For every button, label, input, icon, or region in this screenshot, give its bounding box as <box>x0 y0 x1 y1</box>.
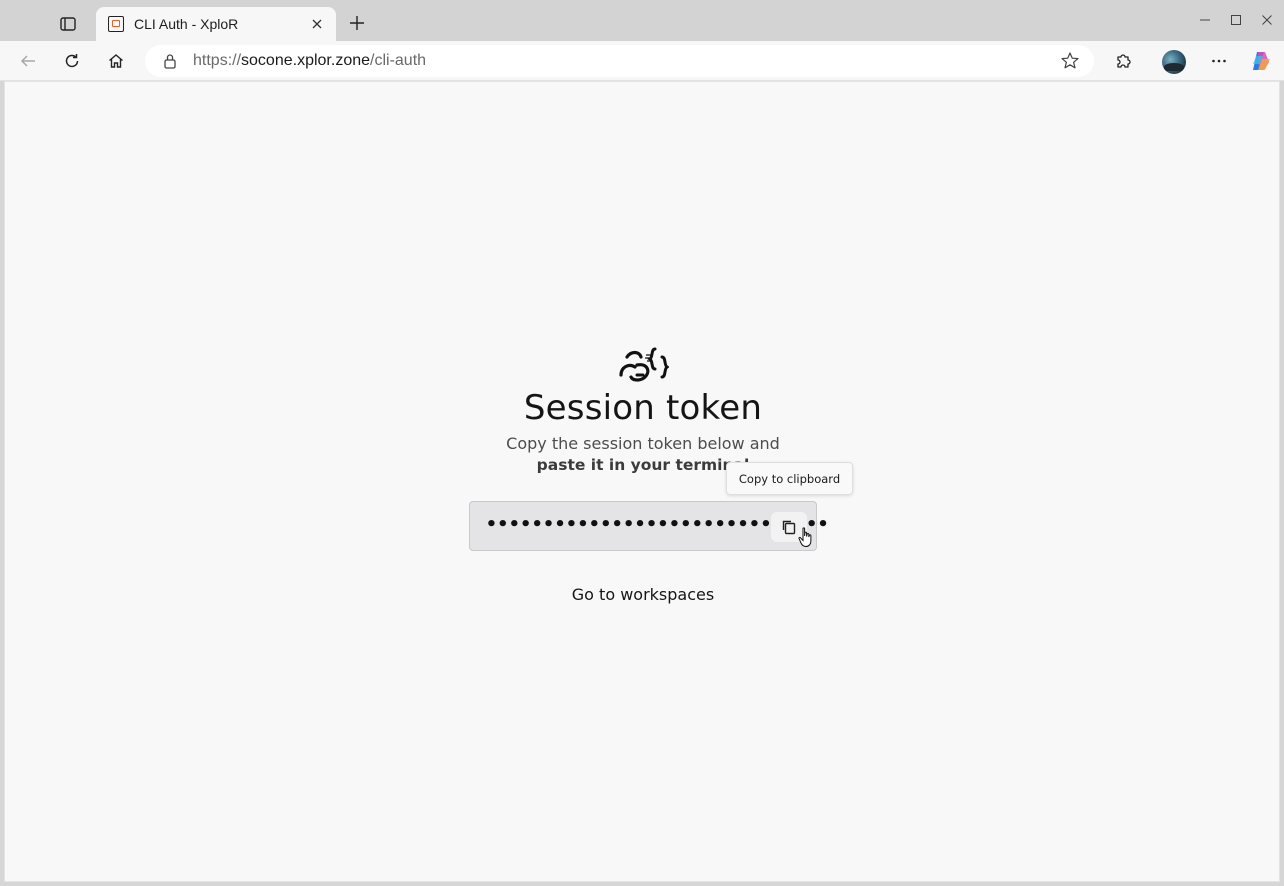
maximize-button[interactable] <box>1221 6 1251 34</box>
tab-title: CLI Auth - XploR <box>134 16 239 32</box>
reload-button[interactable] <box>56 45 88 77</box>
close-tab-button[interactable] <box>306 13 328 35</box>
page-viewport: Session token Copy the session token bel… <box>4 81 1280 882</box>
token-field[interactable]: •••••••••••••••••••••••••••••• <box>469 501 829 551</box>
url-host: socone.xplor.zone <box>241 52 371 69</box>
copilot-button[interactable] <box>1250 50 1272 72</box>
copy-tooltip: Copy to clipboard <box>726 462 853 495</box>
minimize-icon <box>1200 19 1210 21</box>
xplor-logo-icon <box>619 347 669 382</box>
home-icon <box>109 54 123 68</box>
session-token-panel: Session token Copy the session token bel… <box>5 82 1281 883</box>
close-icon <box>312 19 322 29</box>
extensions-button[interactable] <box>1107 45 1139 77</box>
page-title: Session token <box>523 388 763 428</box>
favorite-button[interactable] <box>1060 51 1080 76</box>
more-button[interactable] <box>1203 45 1235 77</box>
copy-token-button[interactable] <box>771 512 807 542</box>
url-text: https://socone.xplor.zone/cli-auth <box>193 52 426 70</box>
address-bar[interactable]: https://socone.xplor.zone/cli-auth <box>145 45 1094 77</box>
browser-toolbar: https://socone.xplor.zone/cli-auth <box>0 41 1284 81</box>
close-window-button[interactable] <box>1252 6 1282 34</box>
instruction-emphasis: paste it in your terminal <box>536 456 750 474</box>
go-to-workspaces-wrapper: Go to workspaces <box>5 585 1281 604</box>
browser-tab[interactable]: CLI Auth - XploR <box>96 7 336 41</box>
back-arrow-icon <box>20 55 35 67</box>
site-favicon-icon <box>108 16 124 32</box>
lock-icon <box>164 54 176 69</box>
profile-avatar[interactable] <box>1162 50 1186 74</box>
copy-icon <box>782 520 796 535</box>
home-button[interactable] <box>100 45 132 77</box>
puzzle-icon <box>1117 54 1131 68</box>
plus-icon <box>350 16 364 30</box>
url-path: /cli-auth <box>370 52 427 69</box>
copilot-icon <box>1253 52 1270 70</box>
instruction-text: Copy the session token below and <box>506 434 780 453</box>
tab-actions-button[interactable] <box>52 8 84 40</box>
url-scheme: https:// <box>193 52 242 69</box>
back-button[interactable] <box>12 45 44 77</box>
reload-icon <box>65 54 79 68</box>
go-to-workspaces-link[interactable]: Go to workspaces <box>572 585 714 604</box>
tab-strip: CLI Auth - XploR <box>0 0 1284 41</box>
close-window-icon <box>1262 15 1272 25</box>
star-icon <box>1061 52 1079 69</box>
new-tab-button[interactable] <box>342 8 372 38</box>
more-icon <box>1212 59 1226 63</box>
minimize-button[interactable] <box>1190 6 1220 34</box>
tab-actions-icon <box>60 17 76 31</box>
maximize-icon <box>1231 15 1241 25</box>
